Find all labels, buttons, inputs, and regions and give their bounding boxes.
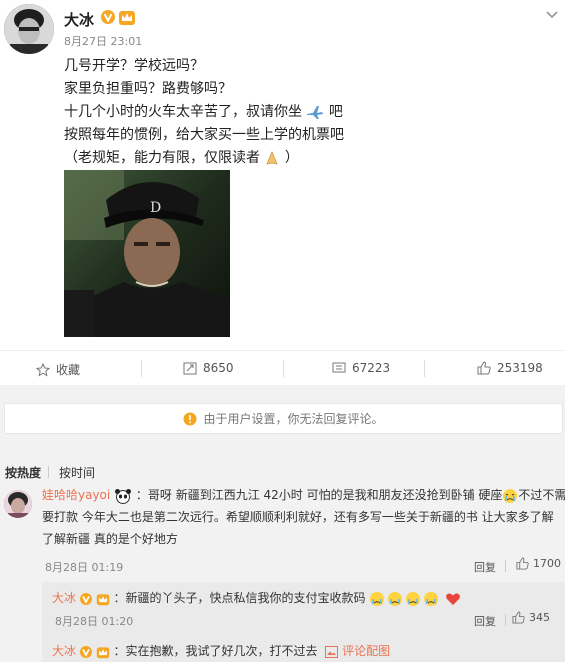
reply-username[interactable]: 大冰: [52, 644, 76, 658]
divider: [141, 360, 142, 377]
divider: [48, 466, 49, 478]
comment-count: 67223: [352, 361, 391, 375]
reply-item: 大冰 ：新疆的丫头子，快点私信我你的支付宝收款码: [52, 587, 461, 609]
action-bar: 收藏 8650 67223 253198: [0, 350, 565, 386]
divider: [424, 360, 425, 377]
airplane-icon: [307, 106, 324, 119]
comment-image-label: 评论配图: [342, 644, 391, 658]
tab-sort-time[interactable]: 按时间: [59, 464, 95, 481]
repost-button[interactable]: 8650: [183, 361, 234, 375]
comment-image-link[interactable]: 评论配图: [325, 644, 390, 658]
vip-crown-icon: [96, 646, 109, 658]
comment-icon: [332, 362, 346, 373]
post-text-line: （老规矩，能力有限，仅限读者 ）: [64, 150, 299, 166]
thumbs-up-icon: [516, 557, 529, 570]
post-text-line: 几号开学？学校远吗？: [64, 58, 204, 74]
thumbs-up-icon: [477, 361, 491, 375]
like-count: 253198: [497, 361, 543, 375]
comment-line: 了解新疆 真的是个好地方: [42, 532, 178, 546]
post-time: 8月27日 23:01: [64, 35, 143, 48]
tab-sort-hot[interactable]: 按热度: [5, 464, 41, 481]
reply-button[interactable]: 回复: [474, 559, 496, 575]
divider: [283, 360, 284, 377]
reply-text: ：实在抱歉，我试了好几次，打不过去: [113, 644, 318, 658]
post-text-line: 十几个小时的火车太辛苦了，叔请你坐 吧: [64, 104, 343, 120]
like-button[interactable]: 253198: [477, 361, 543, 375]
chevron-down-icon[interactable]: [544, 6, 560, 22]
comment-time: 8月28日 01:19: [45, 561, 124, 574]
favorite-button[interactable]: 收藏: [36, 361, 80, 378]
verified-icon: [79, 592, 92, 605]
divider: [505, 614, 506, 626]
panda-icon: [115, 488, 132, 504]
vip-crown-icon: [96, 593, 109, 605]
crying-face-icon: [370, 591, 439, 606]
verified-icon: [101, 10, 115, 24]
author-name[interactable]: 大冰: [64, 9, 94, 30]
post-text-line: 按照每年的惯例，给大家买一些上学的机票吧: [64, 127, 344, 143]
reply-button[interactable]: 回复: [474, 613, 496, 629]
post-image[interactable]: D: [64, 170, 230, 337]
vip-crown-icon: [119, 11, 135, 25]
star-icon: [36, 362, 50, 377]
verified-icon: [79, 645, 92, 658]
image-icon: [325, 645, 339, 658]
comment-line: 娃哈哈yayoi ：哥呀 新疆到江西九江 42小时 可怕的是我和朋友还没抢到卧铺…: [42, 484, 565, 506]
comment-username[interactable]: 娃哈哈yayoi: [42, 488, 110, 502]
comment-line: 要打款 今年大二也是第二次远行。希望顺顺利利就好，还有多写一些关于新疆的书 让大…: [42, 510, 554, 524]
reply-item: 大冰 ：实在抱歉，我试了好几次，打不过去 评论配图: [52, 640, 390, 662]
reply-time: 8月28日 01:20: [55, 615, 134, 628]
warning-icon: [183, 412, 197, 425]
comment-avatar[interactable]: [4, 490, 32, 518]
crying-face-icon: [503, 488, 518, 503]
praying-hands-icon: [266, 150, 279, 165]
notice-text: 由于用户设置，你无法回复评论。: [203, 412, 384, 426]
repost-icon: [183, 362, 197, 375]
favorite-label: 收藏: [56, 363, 81, 377]
reply-text: ：新疆的丫头子，快点私信我你的支付宝收款码: [113, 591, 366, 605]
thumbs-up-icon: [512, 611, 525, 624]
reply-like-button[interactable]: 345: [512, 611, 550, 624]
comment-button[interactable]: 67223: [332, 361, 390, 375]
post-text-line: 家里负担重吗？路费够吗？: [64, 81, 232, 97]
heart-icon: [446, 593, 461, 605]
comment-text: 不过不需: [518, 488, 565, 502]
svg-text:D: D: [150, 200, 161, 216]
reply-disabled-notice: 由于用户设置，你无法回复评论。: [4, 403, 563, 434]
comment-text: ：哥呀 新疆到江西九江 42小时 可怕的是我和朋友还没抢到卧铺 硬座: [135, 488, 503, 502]
comment-like-count: 1700: [533, 557, 561, 570]
comment-like-button[interactable]: 1700: [516, 557, 561, 570]
reply-like-count: 345: [529, 611, 550, 624]
repost-count: 8650: [203, 361, 234, 375]
reply-username[interactable]: 大冰: [52, 591, 76, 605]
divider: [505, 560, 506, 572]
author-avatar[interactable]: [4, 4, 54, 54]
